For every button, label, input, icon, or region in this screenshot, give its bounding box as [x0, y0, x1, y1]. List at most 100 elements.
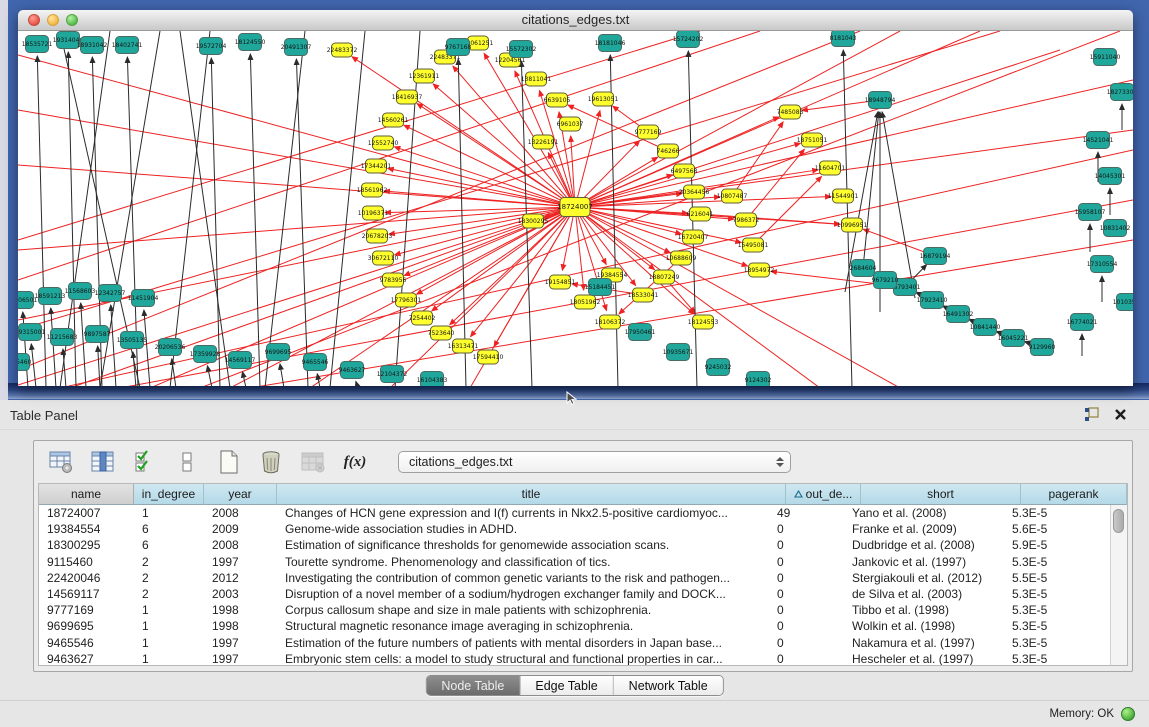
- graph-node[interactable]: 18535721: [22, 36, 53, 53]
- graph-edge[interactable]: [18, 110, 575, 207]
- graph-node[interactable]: 8181043: [830, 31, 857, 47]
- graph-node[interactable]: 19572704: [196, 38, 227, 55]
- citation-network-graph[interactable]: 1872400722483371123619111841693714560261…: [18, 31, 1133, 386]
- graph-node[interactable]: 16774021: [1067, 314, 1098, 331]
- graph-edge[interactable]: [250, 54, 260, 386]
- float-panel-icon[interactable]: [1084, 407, 1100, 427]
- graph-node[interactable]: 6639105: [544, 93, 571, 107]
- graph-node[interactable]: 18273301: [1107, 84, 1133, 101]
- column-header-title[interactable]: title: [277, 484, 786, 505]
- graph-node[interactable]: 10196371: [358, 206, 389, 220]
- graph-node[interactable]: 9115460: [18, 354, 32, 371]
- graph-edge[interactable]: [394, 147, 575, 207]
- tab-node-table[interactable]: Node Table: [426, 676, 520, 695]
- graph-node[interactable]: 15724202: [673, 31, 704, 48]
- graph-node[interactable]: 10103554: [1113, 294, 1133, 311]
- graph-edge[interactable]: [207, 366, 212, 386]
- graph-edge[interactable]: [575, 31, 900, 207]
- graph-node[interactable]: 14045301: [1095, 168, 1126, 185]
- graph-node[interactable]: 9699695: [265, 344, 292, 361]
- graph-node[interactable]: 18051962: [570, 295, 601, 309]
- table-mode-button[interactable]: [48, 449, 74, 475]
- scrollbar-thumb[interactable]: [1113, 509, 1124, 533]
- graph-node[interactable]: 14560261: [378, 113, 409, 127]
- table-vertical-scrollbar[interactable]: [1110, 505, 1127, 665]
- graph-edge[interactable]: [753, 176, 822, 245]
- graph-node[interactable]: 18106372: [595, 315, 626, 329]
- graph-node[interactable]: 9767168: [445, 39, 472, 56]
- delete-column-button[interactable]: [258, 449, 284, 475]
- graph-edge[interactable]: [170, 31, 210, 386]
- unselect-all-columns-button[interactable]: [174, 449, 200, 475]
- graph-node[interactable]: 18561962: [357, 183, 388, 197]
- graph-edge[interactable]: [863, 112, 879, 268]
- graph-node[interactable]: 18591213: [35, 288, 66, 305]
- graph-node[interactable]: 6216041: [687, 207, 714, 221]
- graph-node[interactable]: 15911040: [1090, 49, 1121, 66]
- graph-node[interactable]: 18181046: [595, 35, 626, 52]
- graph-node[interactable]: 11568603: [65, 283, 96, 300]
- network-window[interactable]: citations_edges.txt 18724007224833711236…: [18, 10, 1133, 386]
- column-header-in_degree[interactable]: in_degree: [134, 484, 204, 505]
- graph-node[interactable]: 7485083: [777, 105, 804, 119]
- graph-node[interactable]: 7523640: [428, 326, 455, 340]
- table-row[interactable]: 946362711997Embryonic stem cells: a mode…: [39, 651, 1110, 665]
- graph-node[interactable]: 746266: [657, 144, 680, 158]
- graph-node[interactable]: 14569117: [225, 352, 256, 369]
- graph-node[interactable]: 9129960: [1029, 339, 1056, 356]
- graph-node[interactable]: 15572302: [506, 41, 537, 58]
- memory-status-indicator[interactable]: [1121, 707, 1135, 721]
- create-column-button[interactable]: [216, 449, 242, 475]
- graph-node[interactable]: 6961037: [557, 117, 584, 131]
- graph-node[interactable]: 18124550: [235, 34, 266, 51]
- graph-node[interactable]: 20491307: [281, 39, 312, 56]
- graph-node[interactable]: 20678203: [362, 229, 393, 243]
- column-header-pagerank[interactable]: pagerank: [1021, 484, 1127, 505]
- table-row[interactable]: 1938455462009Genome-wide association stu…: [39, 521, 1110, 537]
- graph-edge[interactable]: [356, 381, 358, 386]
- graph-node[interactable]: 16045221: [998, 330, 1029, 347]
- show-columns-button[interactable]: [90, 449, 116, 475]
- graph-node[interactable]: 11451904: [128, 290, 159, 307]
- graph-node[interactable]: 16104383: [417, 372, 448, 387]
- graph-node[interactable]: 10841440: [970, 319, 1001, 336]
- graph-node[interactable]: 18948794: [865, 92, 896, 109]
- graph-edge[interactable]: [575, 31, 980, 207]
- graph-node[interactable]: 15958107: [1075, 204, 1106, 221]
- graph-node[interactable]: 30672110: [368, 251, 399, 265]
- graph-node[interactable]: 18954972: [744, 263, 775, 277]
- graph-edge[interactable]: [746, 149, 804, 220]
- graph-node[interactable]: 17950461: [625, 324, 656, 341]
- graph-node[interactable]: 12361911: [409, 69, 440, 83]
- graph-node[interactable]: 12104372: [377, 366, 408, 383]
- graph-edge[interactable]: [317, 374, 320, 386]
- graph-node[interactable]: 18931042: [77, 37, 108, 54]
- graph-node[interactable]: 17923410: [917, 292, 948, 309]
- graph-node[interactable]: 13811041: [521, 72, 552, 86]
- graph-node[interactable]: 11544901: [828, 189, 859, 203]
- graph-node[interactable]: 9783956: [380, 273, 407, 287]
- graph-node[interactable]: 10935671: [663, 344, 694, 361]
- graph-node[interactable]: 9465546: [302, 354, 329, 371]
- graph-node[interactable]: 18533041: [628, 288, 659, 302]
- graph-node[interactable]: 10996951: [837, 218, 868, 232]
- graph-node[interactable]: 18807249: [649, 270, 680, 284]
- graph-node[interactable]: 17359928: [190, 346, 221, 363]
- graph-node[interactable]: 10831402: [1100, 220, 1131, 237]
- graph-node[interactable]: 18416937: [392, 90, 423, 104]
- graph-edge[interactable]: [243, 372, 246, 386]
- graph-edge[interactable]: [18, 55, 575, 207]
- delete-table-button[interactable]: [300, 449, 326, 475]
- close-panel-icon[interactable]: [1114, 408, 1127, 426]
- graph-node[interactable]: 20206536: [155, 339, 186, 356]
- graph-node[interactable]: 9463627: [339, 362, 366, 379]
- table-row[interactable]: 1830029562008Estimation of significance …: [39, 537, 1110, 553]
- graph-node[interactable]: 7986372: [733, 213, 760, 227]
- graph-edge[interactable]: [575, 80, 1133, 207]
- graph-node[interactable]: 7254402: [409, 311, 436, 325]
- graph-node[interactable]: 19613051: [588, 92, 619, 106]
- graph-node[interactable]: 17796301: [391, 293, 422, 307]
- graph-node[interactable]: 12342757: [95, 285, 126, 302]
- graph-edge[interactable]: [330, 31, 365, 386]
- table-select-combo[interactable]: citations_edges.txt: [398, 451, 791, 473]
